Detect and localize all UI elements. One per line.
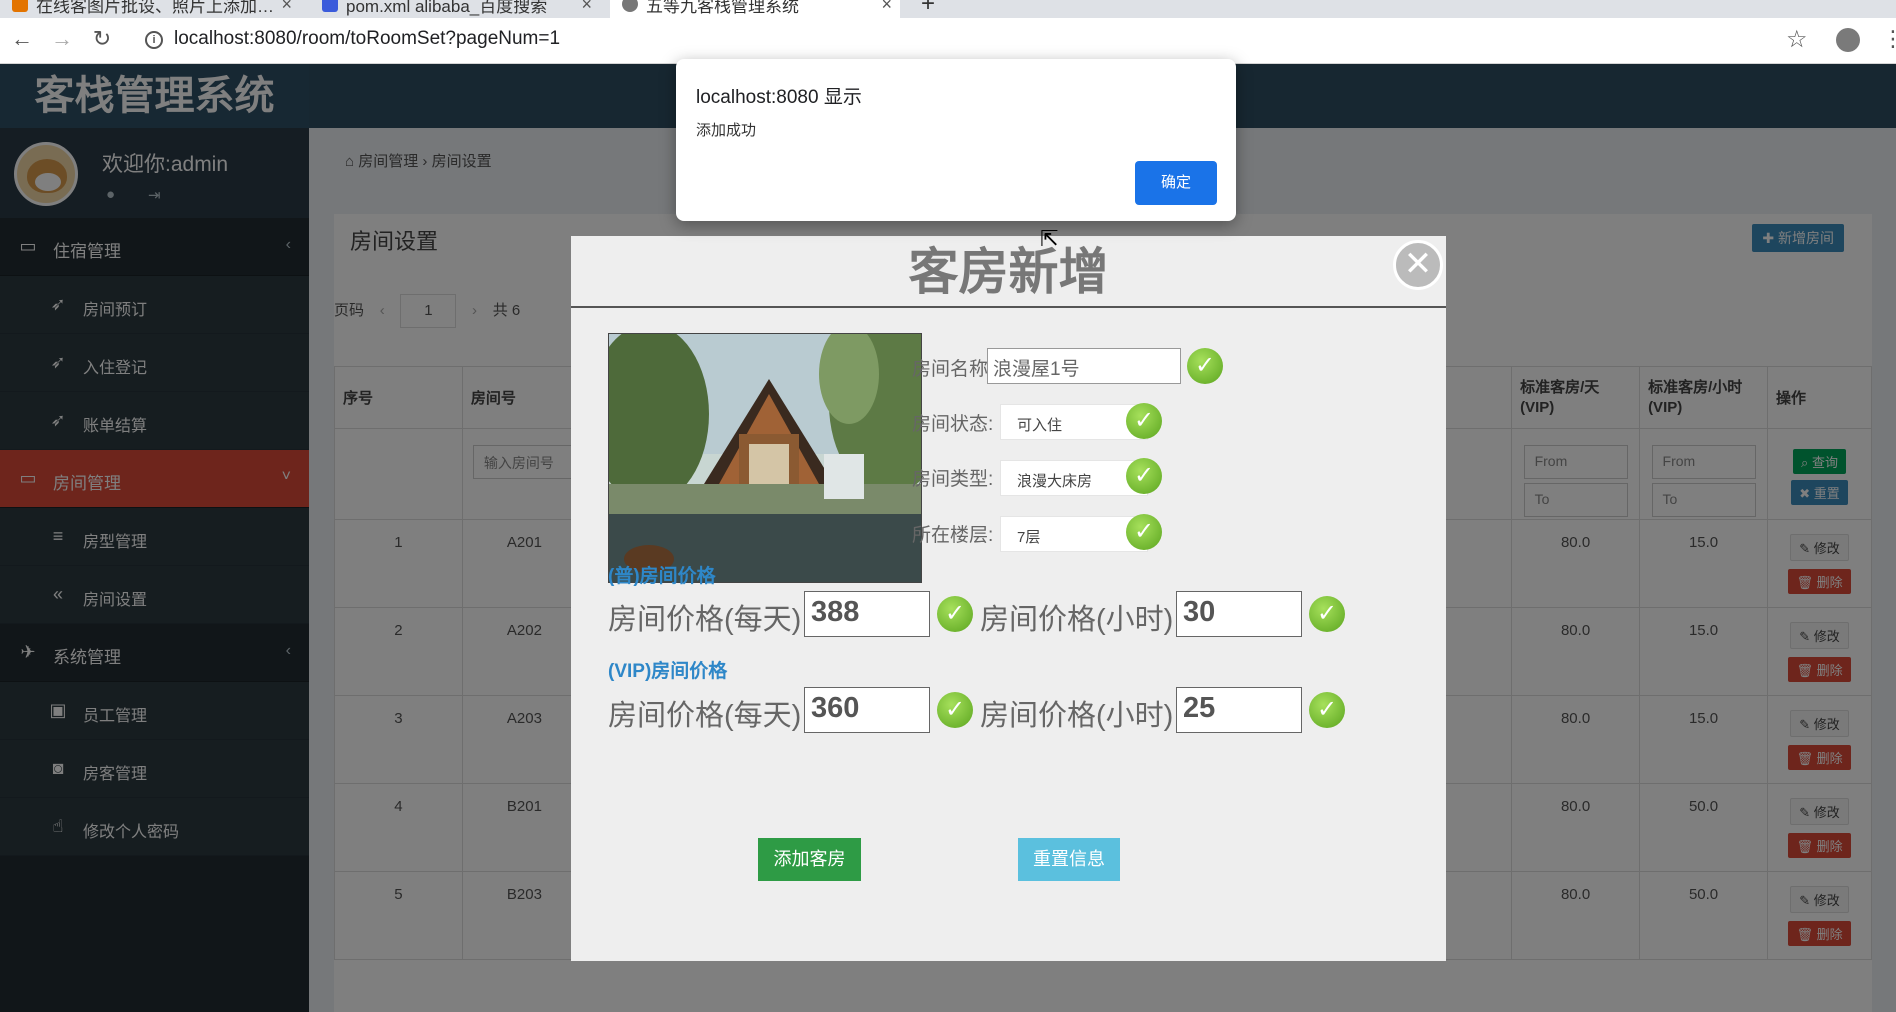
check-icon: ✓	[1309, 596, 1345, 632]
normal-day-price-label: 房间价格(每天):	[608, 604, 810, 636]
browser-menu-icon[interactable]: ⋮	[1882, 26, 1896, 52]
close-icon[interactable]: ✕	[1393, 240, 1443, 290]
normal-day-price-input[interactable]: 388	[804, 591, 930, 637]
tab-title: 在线客图片批设、照片上添加…	[36, 0, 274, 16]
vip-day-price-input[interactable]: 360	[804, 687, 930, 733]
room-type-value: 浪漫大床房	[1017, 473, 1093, 490]
check-icon: ✓	[937, 596, 973, 632]
room-status-label: 房间状态:	[912, 414, 994, 435]
add-room-submit-button[interactable]: 添加客房	[758, 838, 861, 881]
room-name-input[interactable]: 浪漫屋1号	[987, 348, 1181, 384]
mouse-cursor-icon: ⇱	[1040, 226, 1059, 251]
vip-price-section-title: (VIP)房间价格	[608, 661, 728, 682]
normal-price-section-title: (普)房间价格	[608, 566, 716, 587]
url-field[interactable]: localhost:8080/room/toRoomSet?pageNum=1	[174, 28, 560, 50]
floor-label: 所在楼层:	[912, 525, 994, 546]
alert-ok-button[interactable]: 确定	[1135, 161, 1217, 205]
account-icon[interactable]	[1836, 28, 1860, 52]
check-icon: ✓	[1126, 514, 1162, 550]
browser-tab-bar: 在线客图片批设、照片上添加… × pom.xml alibaba_百度搜索 × …	[0, 0, 1896, 18]
tab-favicon-icon	[322, 0, 338, 12]
browser-tab-active[interactable]: 五等九客栈管理系统 ×	[610, 0, 900, 18]
alert-message: 添加成功	[696, 122, 757, 139]
reset-form-button[interactable]: 重置信息	[1018, 838, 1120, 881]
room-photo	[608, 333, 922, 583]
check-icon: ✓	[1126, 458, 1162, 494]
tab-favicon-icon	[12, 0, 28, 12]
check-icon: ✓	[1187, 348, 1223, 384]
check-icon: ✓	[1309, 692, 1345, 728]
bookmark-star-icon[interactable]: ☆	[1786, 25, 1808, 54]
vip-day-price-label: 房间价格(每天):	[608, 700, 810, 732]
back-arrow-icon[interactable]: ←	[8, 26, 36, 52]
alert-dialog: localhost:8080 显示 添加成功 确定	[676, 59, 1236, 221]
browser-tab[interactable]: 在线客图片批设、照片上添加… ×	[0, 0, 300, 18]
room-name-label: 房间名称:	[912, 359, 994, 380]
floor-value: 7层	[1017, 529, 1041, 546]
check-icon: ✓	[937, 692, 973, 728]
add-room-modal: 客房新增 ✕ 房间名称: 浪漫屋1号 ✓ 房间状态: 可入住˅ ✓ 房间类型: …	[571, 236, 1446, 961]
tab-close-icon[interactable]: ×	[581, 0, 592, 15]
tab-title: 五等九客栈管理系统	[646, 0, 799, 16]
alert-title: localhost:8080 显示	[696, 87, 862, 108]
check-icon: ✓	[1126, 403, 1162, 439]
room-type-label: 房间类型:	[912, 469, 994, 490]
tab-favicon-icon	[622, 0, 638, 12]
new-tab-button[interactable]: +	[908, 0, 948, 16]
forward-arrow-icon[interactable]: →	[48, 26, 76, 52]
tab-close-icon[interactable]: ×	[881, 0, 892, 15]
reload-icon[interactable]: ↻	[88, 26, 116, 52]
tab-title: pom.xml alibaba_百度搜索	[346, 0, 548, 16]
vip-hour-price-input[interactable]: 25	[1176, 687, 1302, 733]
site-info-icon[interactable]: i	[145, 31, 163, 49]
tab-close-icon[interactable]: ×	[281, 0, 292, 15]
vip-hour-price-label: 房间价格(小时):	[980, 700, 1182, 732]
room-photo-svg	[609, 334, 921, 582]
normal-hour-price-label: 房间价格(小时):	[980, 604, 1182, 636]
address-bar: ← → ↻ i localhost:8080/room/toRoomSet?pa…	[0, 18, 1896, 64]
normal-hour-price-input[interactable]: 30	[1176, 591, 1302, 637]
modal-title: 客房新增	[571, 236, 1446, 308]
browser-tab[interactable]: pom.xml alibaba_百度搜索 ×	[310, 0, 600, 18]
room-status-value: 可入住	[1017, 417, 1063, 434]
